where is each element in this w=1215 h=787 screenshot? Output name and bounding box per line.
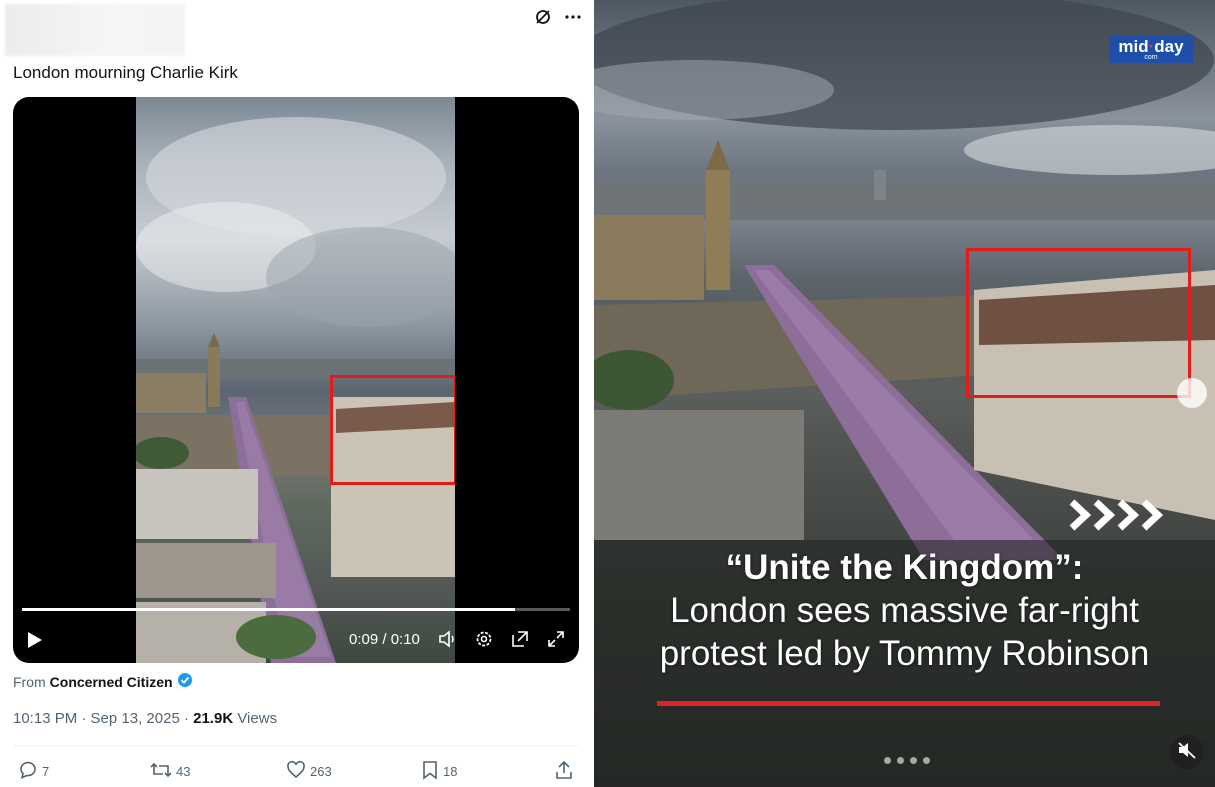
tweet-meta: 10:13 PM · Sep 13, 2025 · 21.9K Views bbox=[13, 710, 277, 727]
carousel-dot[interactable] bbox=[897, 757, 904, 764]
pop-out-icon[interactable] bbox=[510, 629, 530, 654]
carousel-dot[interactable] bbox=[910, 757, 917, 764]
repost-button[interactable]: 43 bbox=[150, 760, 190, 783]
bookmark-count: 18 bbox=[443, 764, 458, 779]
next-arrow-button[interactable] bbox=[1177, 378, 1207, 408]
tweet-card: London mourning Charlie Kirk 0:09 / 0:10… bbox=[0, 0, 592, 787]
headline-underline bbox=[657, 701, 1160, 706]
views-label: Views bbox=[237, 710, 278, 727]
video-progress-bar[interactable] bbox=[22, 608, 570, 611]
blurred-user-name bbox=[5, 4, 185, 56]
logo-main: mid·day bbox=[1118, 36, 1184, 56]
volume-icon[interactable] bbox=[438, 629, 458, 654]
views-count: 21.9K bbox=[193, 710, 234, 727]
video-controls: 0:09 / 0:10 bbox=[13, 625, 579, 655]
from-name-link[interactable]: Concerned Citizen bbox=[50, 674, 173, 690]
mid-day-logo: mid·day com bbox=[1109, 35, 1193, 63]
mute-button[interactable] bbox=[1170, 735, 1204, 769]
video-frame bbox=[136, 97, 455, 663]
reply-count: 7 bbox=[42, 764, 50, 779]
headline-line-3: protest led by Tommy Robinson bbox=[659, 634, 1150, 673]
verified-badge-icon bbox=[177, 672, 193, 691]
carousel-dot[interactable] bbox=[884, 757, 891, 764]
tweet-text: London mourning Charlie Kirk bbox=[13, 63, 238, 82]
tweet-top-icons bbox=[534, 8, 582, 26]
from-prefix: From bbox=[13, 673, 46, 690]
heart-icon bbox=[286, 760, 306, 783]
like-button[interactable]: 263 bbox=[286, 760, 332, 783]
carousel-dot[interactable] bbox=[923, 757, 930, 764]
muted-speaker-icon bbox=[1177, 740, 1197, 765]
fullscreen-icon[interactable] bbox=[546, 629, 566, 654]
chevron-arrows-icon bbox=[1068, 494, 1180, 541]
more-options-icon[interactable] bbox=[564, 8, 582, 26]
from-line: From Concerned Citizen bbox=[13, 672, 193, 691]
bookmark-button[interactable]: 18 bbox=[421, 760, 457, 783]
headline-line-2: London sees massive far-right bbox=[670, 591, 1139, 630]
highlight-box bbox=[966, 248, 1191, 398]
share-icon bbox=[554, 760, 574, 783]
video-player[interactable]: 0:09 / 0:10 bbox=[13, 97, 579, 663]
divider bbox=[13, 745, 579, 746]
headline-line-1: “Unite the Kingdom”: bbox=[725, 548, 1084, 587]
video-time: 0:09 / 0:10 bbox=[349, 631, 420, 648]
reply-icon bbox=[18, 760, 38, 783]
highlight-box bbox=[330, 375, 455, 485]
settings-gear-icon[interactable] bbox=[474, 629, 494, 654]
mid-day-video-frame: mid·day com “Unite the Kingdom”: London … bbox=[594, 0, 1215, 787]
video-progress-fill bbox=[22, 608, 516, 611]
grok-icon[interactable] bbox=[534, 8, 552, 26]
timestamp-link[interactable]: 10:13 PM · Sep 13, 2025 · bbox=[13, 710, 189, 727]
play-icon[interactable] bbox=[27, 631, 43, 654]
bookmark-icon bbox=[421, 760, 439, 783]
share-button[interactable] bbox=[554, 760, 574, 783]
repost-count: 43 bbox=[176, 764, 191, 779]
logo-sub: com bbox=[1144, 53, 1158, 61]
reply-button[interactable]: 7 bbox=[18, 760, 49, 783]
repost-icon bbox=[150, 760, 172, 783]
like-count: 263 bbox=[310, 764, 332, 779]
headline: “Unite the Kingdom”: London sees massive… bbox=[594, 548, 1215, 674]
carousel-dots[interactable] bbox=[884, 757, 930, 764]
